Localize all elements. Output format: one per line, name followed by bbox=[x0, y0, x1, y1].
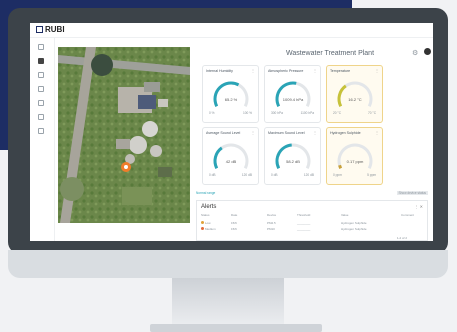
gauge-min: 20 °C bbox=[333, 111, 342, 115]
gauge-max: 5 ppm bbox=[367, 173, 376, 177]
gauge-value: 1009.4 hPa bbox=[283, 97, 304, 102]
widget-title: Average Sound Level bbox=[206, 131, 241, 135]
gauge-value: 0.17 ppm bbox=[347, 159, 364, 164]
widget-card[interactable]: Atmospheric Pressure ⋮ 1009.4 hPa 300 hPa 11… bbox=[264, 65, 321, 123]
gauge-icon[interactable] bbox=[38, 72, 44, 78]
pagination[interactable]: 1-2 of 2 bbox=[397, 236, 407, 240]
widget-card[interactable]: Average Sound Level ⋮ 42 dB 0 dB 120 dB bbox=[202, 127, 259, 185]
more-icon[interactable]: ⋮ bbox=[313, 68, 317, 73]
aerial-map-image bbox=[58, 47, 190, 223]
page-title: Wastewater Treatment Plant bbox=[285, 50, 375, 57]
gauge-dial: 0.17 ppm bbox=[337, 143, 373, 169]
app-logo[interactable]: RUBI bbox=[36, 25, 65, 34]
widget-card[interactable]: Hydrogen Sulphide ⋮ 0.17 ppm 0 ppm 5 ppm bbox=[326, 127, 383, 185]
col-date[interactable]: Date bbox=[231, 213, 237, 217]
alert-threshold: ________ bbox=[297, 221, 311, 225]
gauge-max: 70 °C bbox=[367, 111, 376, 115]
alert-status: Medium bbox=[201, 227, 216, 231]
alert-threshold: ________ bbox=[297, 227, 311, 231]
col-device[interactable]: Device bbox=[267, 213, 276, 217]
gauge-dial: 16.2 °C bbox=[337, 81, 373, 107]
widget-title: Maximum Sound Level bbox=[268, 131, 305, 135]
home-icon[interactable] bbox=[38, 44, 44, 50]
map-icon[interactable] bbox=[38, 58, 44, 64]
more-icon[interactable]: ⋮ bbox=[375, 130, 379, 135]
more-icon[interactable]: ⋮ bbox=[313, 130, 317, 135]
more-icon[interactable]: ⋮ bbox=[251, 68, 255, 73]
site-map[interactable] bbox=[58, 47, 190, 223]
sidebar bbox=[30, 38, 55, 241]
legend-strip: Normal range Show device status bbox=[196, 191, 428, 196]
gauge-min: 0 dB bbox=[271, 173, 278, 177]
widget-card[interactable]: Maximum Sound Level ⋮ 58.2 dB 0 dB 120 dB bbox=[264, 127, 321, 185]
gauge-min: 300 hPa bbox=[271, 111, 283, 115]
bell-icon[interactable] bbox=[38, 100, 44, 106]
legend-normal-range: Normal range bbox=[196, 191, 216, 195]
alert-value: Hydrogen Sulphide bbox=[341, 227, 367, 231]
alert-device: PM2.5 bbox=[267, 221, 276, 225]
gauge-value: 16.2 °C bbox=[348, 97, 361, 102]
widget-title: Internal Humidity bbox=[206, 69, 233, 73]
logo-icon bbox=[36, 26, 43, 33]
gauge-max: 120 dB bbox=[303, 173, 314, 177]
alerts-tools[interactable]: ⋮ ✕ bbox=[415, 204, 423, 209]
monitor-foot bbox=[150, 324, 322, 332]
col-value[interactable]: Value bbox=[341, 213, 348, 217]
chart-icon[interactable] bbox=[38, 86, 44, 92]
col-threshold[interactable]: Threshold bbox=[297, 213, 310, 217]
alert-status: Low bbox=[201, 221, 211, 225]
app-screen: RUBI Wastewater Treatment Plant ⚙ Intern… bbox=[30, 23, 433, 241]
col-comment[interactable]: Comment bbox=[401, 213, 414, 217]
gauge-value: 65.2 % bbox=[225, 97, 238, 102]
gauge-dial: 1009.4 hPa bbox=[275, 81, 311, 107]
top-bar: RUBI bbox=[30, 23, 433, 38]
more-icon[interactable]: ⋮ bbox=[251, 130, 255, 135]
gauge-min: 0 % bbox=[209, 111, 215, 115]
gear-icon[interactable]: ⚙ bbox=[412, 49, 418, 57]
widget-card[interactable]: Internal Humidity ⋮ 65.2 % 0 % 100 % bbox=[202, 65, 259, 123]
alert-value: Hydrogen Sulphide bbox=[341, 221, 367, 225]
alert-date: 15/6 bbox=[231, 221, 237, 225]
user-icon[interactable] bbox=[424, 48, 431, 55]
col-status[interactable]: Status bbox=[201, 213, 210, 217]
device-status-button[interactable]: Show device status bbox=[396, 191, 428, 195]
widget-title: Atmospheric Pressure bbox=[268, 69, 304, 73]
gauge-max: 100 % bbox=[242, 111, 252, 115]
gauge-max: 120 dB bbox=[241, 173, 252, 177]
monitor-stand bbox=[172, 278, 284, 324]
monitor-chin bbox=[8, 250, 448, 278]
gauge-min: 0 ppm bbox=[333, 173, 342, 177]
gauge-min: 0 dB bbox=[209, 173, 216, 177]
gauge-value: 58.2 dB bbox=[286, 159, 300, 164]
gauge-max: 1100 hPa bbox=[300, 111, 314, 115]
widget-title: Hydrogen Sulphide bbox=[330, 131, 361, 135]
more-icon[interactable]: ⋮ bbox=[375, 68, 379, 73]
gauge-dial: 42 dB bbox=[213, 143, 249, 169]
status-dot-icon bbox=[201, 227, 204, 230]
alert-date: 15/6 bbox=[231, 227, 237, 231]
gauge-value: 42 dB bbox=[226, 159, 237, 164]
widget-card[interactable]: Temperature ⋮ 16.2 °C 20 °C 70 °C bbox=[326, 65, 383, 123]
settings-icon[interactable] bbox=[38, 128, 44, 134]
alerts-title: Alerts bbox=[201, 204, 217, 210]
status-dot-icon bbox=[201, 221, 204, 224]
logo-text: RUBI bbox=[45, 25, 65, 34]
widget-title: Temperature bbox=[330, 69, 351, 73]
alert-device: PM10 bbox=[267, 227, 275, 231]
gauge-dial: 58.2 dB bbox=[275, 143, 311, 169]
gauge-dial: 65.2 % bbox=[213, 81, 249, 107]
alerts-panel: Alerts ⋮ ✕ Status Date Device Threshold … bbox=[196, 200, 428, 241]
report-icon[interactable] bbox=[38, 114, 44, 120]
